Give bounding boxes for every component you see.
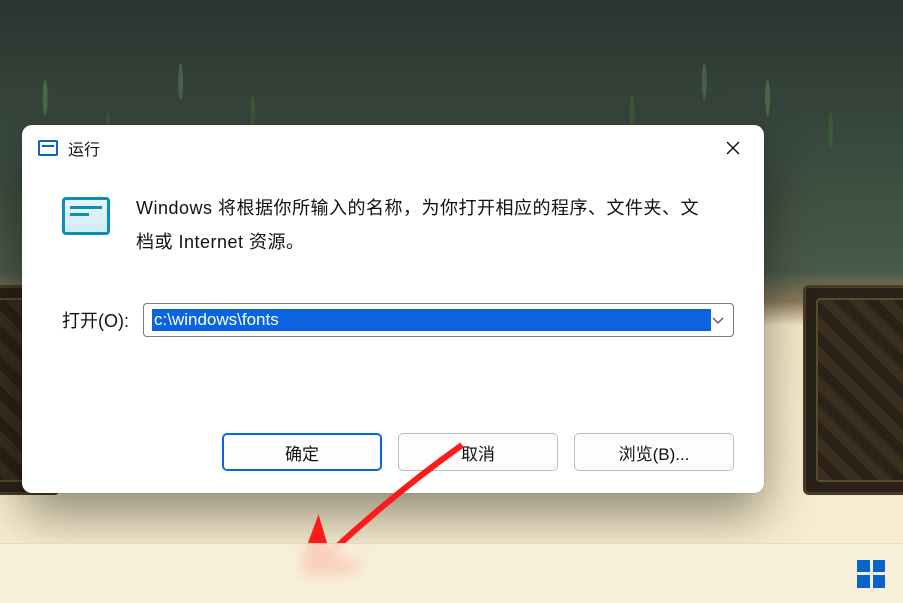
wallpaper-decor bbox=[803, 285, 903, 495]
browse-button-label: 浏览(B)... bbox=[619, 440, 690, 465]
dialog-title: 运行 bbox=[68, 136, 100, 160]
cancel-button-label: 取消 bbox=[461, 440, 495, 465]
open-label: 打开(O): bbox=[62, 307, 129, 333]
taskbar[interactable] bbox=[0, 543, 903, 603]
chevron-down-icon[interactable] bbox=[711, 313, 725, 327]
open-combobox[interactable]: c:\windows\fonts bbox=[143, 303, 734, 337]
cancel-button[interactable]: 取消 bbox=[398, 433, 558, 471]
close-icon bbox=[725, 140, 741, 156]
close-button[interactable] bbox=[708, 129, 758, 167]
open-input[interactable]: c:\windows\fonts bbox=[152, 309, 711, 331]
dialog-button-row: 确定 取消 浏览(B)... bbox=[22, 433, 764, 493]
dialog-description: Windows 将根据你所输入的名称，为你打开相应的程序、文件夹、文档或 Int… bbox=[136, 191, 716, 259]
ok-button-label: 确定 bbox=[285, 440, 319, 465]
dialog-body: Windows 将根据你所输入的名称，为你打开相应的程序、文件夹、文档或 Int… bbox=[22, 171, 764, 433]
ok-button[interactable]: 确定 bbox=[222, 433, 382, 471]
run-dialog: 运行 Windows 将根据你所输入的名称，为你打开相应的程序、文件夹、文档或 … bbox=[22, 125, 764, 493]
dialog-titlebar[interactable]: 运行 bbox=[22, 125, 764, 171]
start-button-icon[interactable] bbox=[857, 560, 885, 588]
run-title-icon bbox=[38, 140, 58, 156]
browse-button[interactable]: 浏览(B)... bbox=[574, 433, 734, 471]
run-app-icon bbox=[62, 197, 110, 235]
